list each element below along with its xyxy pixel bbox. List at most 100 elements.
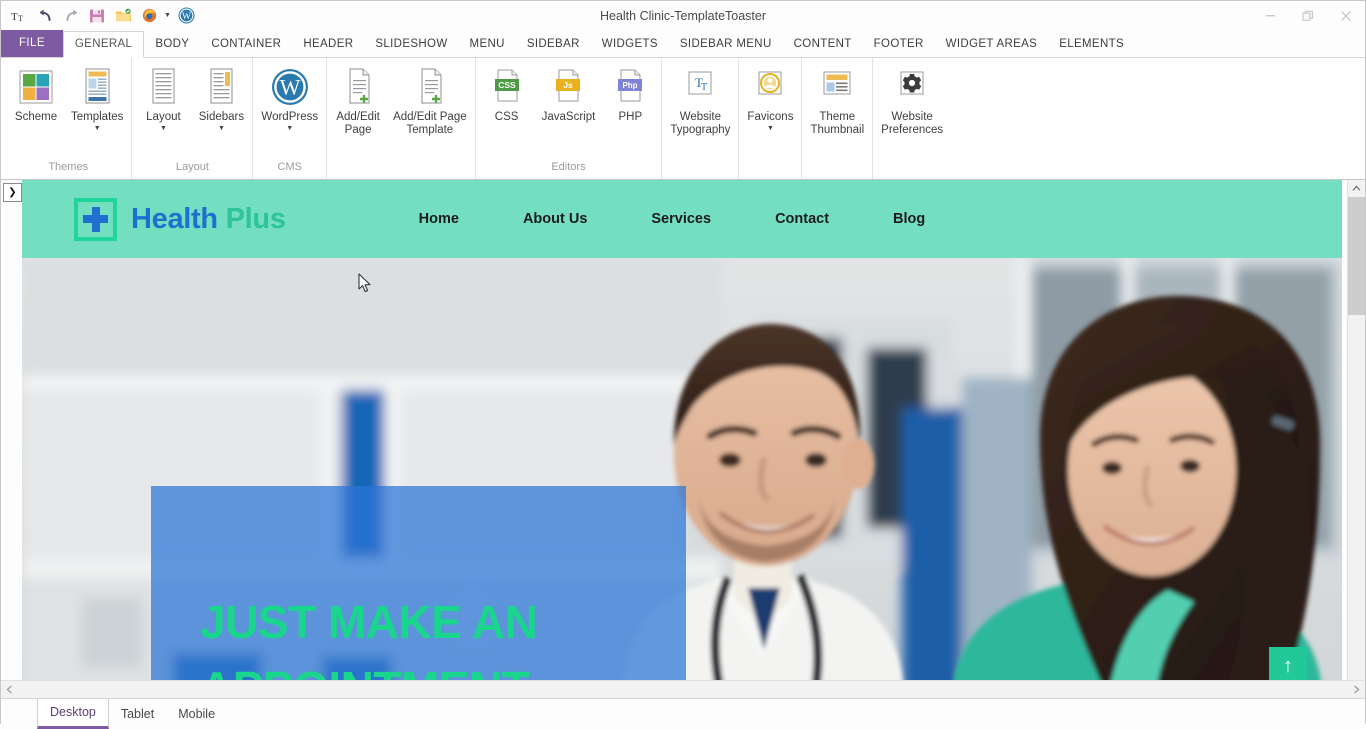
tab-content[interactable]: CONTENT — [783, 32, 863, 57]
theme-thumbnail-label: Theme Thumbnail — [810, 111, 865, 136]
tab-widgets[interactable]: WIDGETS — [591, 32, 669, 57]
php-file-icon: Php — [612, 66, 648, 108]
tab-sidebar-menu[interactable]: SIDEBAR MENU — [669, 32, 783, 57]
sidebars-dropdown-caret-icon[interactable]: ▼ — [218, 125, 225, 133]
expand-panel-button[interactable]: ❯ — [3, 183, 22, 202]
redo-icon[interactable] — [59, 5, 83, 27]
ribbon-toolbar: Scheme Templates ▼ Themes Layout ▼ Sideb… — [1, 58, 1365, 180]
tab-body[interactable]: BODY — [144, 32, 200, 57]
wordpress-icon: W — [269, 66, 311, 108]
quick-access-toolbar: T T ▼ W — [1, 1, 198, 30]
website-preview-canvas[interactable]: Health Plus Home About Us Services Conta… — [22, 180, 1342, 698]
site-header[interactable]: Health Plus Home About Us Services Conta… — [22, 180, 1342, 258]
save-icon[interactable] — [85, 5, 109, 27]
left-panel-rail: ❯ — [1, 180, 23, 702]
thumbnail-icon — [816, 66, 858, 108]
ribbon-group-label-favicons — [741, 160, 799, 179]
scheme-button[interactable]: Scheme — [7, 63, 65, 124]
js-file-icon: Js — [550, 66, 586, 108]
website-preferences-label: Website Preferences — [881, 111, 944, 136]
tab-footer[interactable]: FOOTER — [863, 32, 935, 57]
restore-button[interactable] — [1289, 1, 1327, 30]
add-edit-page-button[interactable]: Add/Edit Page — [329, 63, 387, 137]
open-folder-icon[interactable] — [111, 5, 135, 27]
ribbon-group-cms: W WordPress ▼ CMS — [253, 58, 328, 179]
layout-button[interactable]: Layout ▼ — [134, 63, 192, 133]
favicons-dropdown-caret-icon[interactable]: ▼ — [767, 125, 774, 133]
layout-dropdown-caret-icon[interactable]: ▼ — [160, 125, 167, 133]
hero-slideshow[interactable]: JUST MAKE AN APPOINTMENT ↑ — [22, 258, 1342, 698]
nav-item-contact[interactable]: Contact — [775, 211, 829, 227]
tab-file[interactable]: FILE — [1, 30, 63, 57]
add-edit-page-template-button[interactable]: Add/Edit Page Template — [387, 63, 473, 137]
preview-vertical-scrollbar[interactable] — [1347, 180, 1365, 698]
ribbon-group-theme-thumbnail: Theme Thumbnail — [802, 58, 874, 179]
tab-slideshow[interactable]: SLIDESHOW — [364, 32, 458, 57]
device-tab-mobile[interactable]: Mobile — [166, 702, 227, 727]
ribbon-group-label-preferences — [875, 160, 949, 179]
gear-icon — [893, 66, 931, 108]
templates-button[interactable]: Templates ▼ — [65, 63, 129, 133]
svg-text:W: W — [279, 75, 300, 100]
site-logo[interactable]: Health Plus — [74, 197, 286, 241]
wordpress-export-icon[interactable]: W — [174, 5, 198, 27]
page-plus-icon — [411, 66, 449, 108]
nav-item-home[interactable]: Home — [419, 211, 459, 227]
tab-menu[interactable]: MENU — [459, 32, 516, 57]
javascript-editor-label: JavaScript — [541, 111, 596, 123]
nav-item-services[interactable]: Services — [651, 211, 711, 227]
css-editor-label: CSS — [494, 111, 519, 123]
favicons-button[interactable]: Favicons ▼ — [741, 63, 799, 133]
scroll-up-button[interactable] — [1348, 180, 1365, 197]
text-tool-icon[interactable]: T T — [7, 5, 31, 27]
ribbon-group-layout: Layout ▼ Sidebars ▼ Layout — [132, 58, 254, 179]
wordpress-dropdown-caret-icon[interactable]: ▼ — [286, 125, 293, 133]
templates-dropdown-caret-icon[interactable]: ▼ — [94, 125, 101, 133]
nav-item-about-us[interactable]: About Us — [523, 211, 587, 227]
scroll-left-button[interactable] — [1, 681, 18, 698]
website-preferences-button[interactable]: Website Preferences — [875, 63, 949, 137]
tab-header[interactable]: HEADER — [292, 32, 364, 57]
theme-thumbnail-button[interactable]: Theme Thumbnail — [804, 63, 870, 137]
ribbon-group-label-layout: Layout — [175, 161, 209, 173]
css-editor-button[interactable]: CSS CSS — [478, 63, 536, 124]
ribbon-group-label-cms: CMS — [277, 161, 302, 173]
svg-text:W: W — [182, 12, 191, 22]
scroll-right-button[interactable] — [1348, 681, 1365, 698]
workspace: ❯ Health Plus Home About Us Services Con… — [1, 180, 1365, 729]
vertical-scroll-thumb[interactable] — [1348, 197, 1365, 315]
preview-horizontal-scrollbar[interactable] — [1, 680, 1365, 698]
css-file-icon: CSS — [489, 66, 525, 108]
medical-cross-icon — [74, 197, 117, 241]
wordpress-button[interactable]: W WordPress ▼ — [255, 63, 324, 133]
php-editor-label: PHP — [618, 111, 643, 123]
minimize-button[interactable] — [1251, 1, 1289, 30]
device-tab-tablet[interactable]: Tablet — [109, 702, 166, 727]
website-typography-label: Website Typography — [670, 111, 731, 136]
tab-widget-areas[interactable]: WIDGET AREAS — [935, 32, 1049, 57]
template-page-icon — [78, 66, 116, 108]
browser-dropdown-caret-icon[interactable]: ▼ — [163, 12, 172, 19]
window-controls — [1251, 1, 1365, 30]
logo-text: Health Plus — [131, 203, 286, 236]
tab-general[interactable]: GENERAL — [62, 31, 145, 58]
php-editor-button[interactable]: Php PHP — [601, 63, 659, 124]
undo-icon[interactable] — [33, 5, 57, 27]
sidebars-button[interactable]: Sidebars ▼ — [192, 63, 250, 133]
horizontal-scroll-thumb[interactable] — [18, 681, 1348, 698]
color-swatches-icon — [17, 66, 55, 108]
firefox-preview-icon[interactable] — [137, 5, 161, 27]
favicons-label: Favicons — [747, 111, 794, 123]
close-button[interactable] — [1327, 1, 1365, 30]
javascript-editor-button[interactable]: Js JavaScript — [536, 63, 602, 124]
tab-elements[interactable]: ELEMENTS — [1048, 32, 1135, 57]
tab-sidebar[interactable]: SIDEBAR — [516, 32, 591, 57]
nav-item-blog[interactable]: Blog — [893, 211, 925, 227]
website-typography-button[interactable]: T T Website Typography — [664, 63, 736, 137]
favicon-badge-icon — [751, 66, 789, 108]
ribbon-group-label-typography — [664, 160, 736, 179]
ribbon-group-label-editors: Editors — [551, 161, 586, 173]
device-tab-desktop[interactable]: Desktop — [37, 699, 109, 729]
scheme-label: Scheme — [14, 111, 58, 123]
tab-container[interactable]: CONTAINER — [200, 32, 292, 57]
